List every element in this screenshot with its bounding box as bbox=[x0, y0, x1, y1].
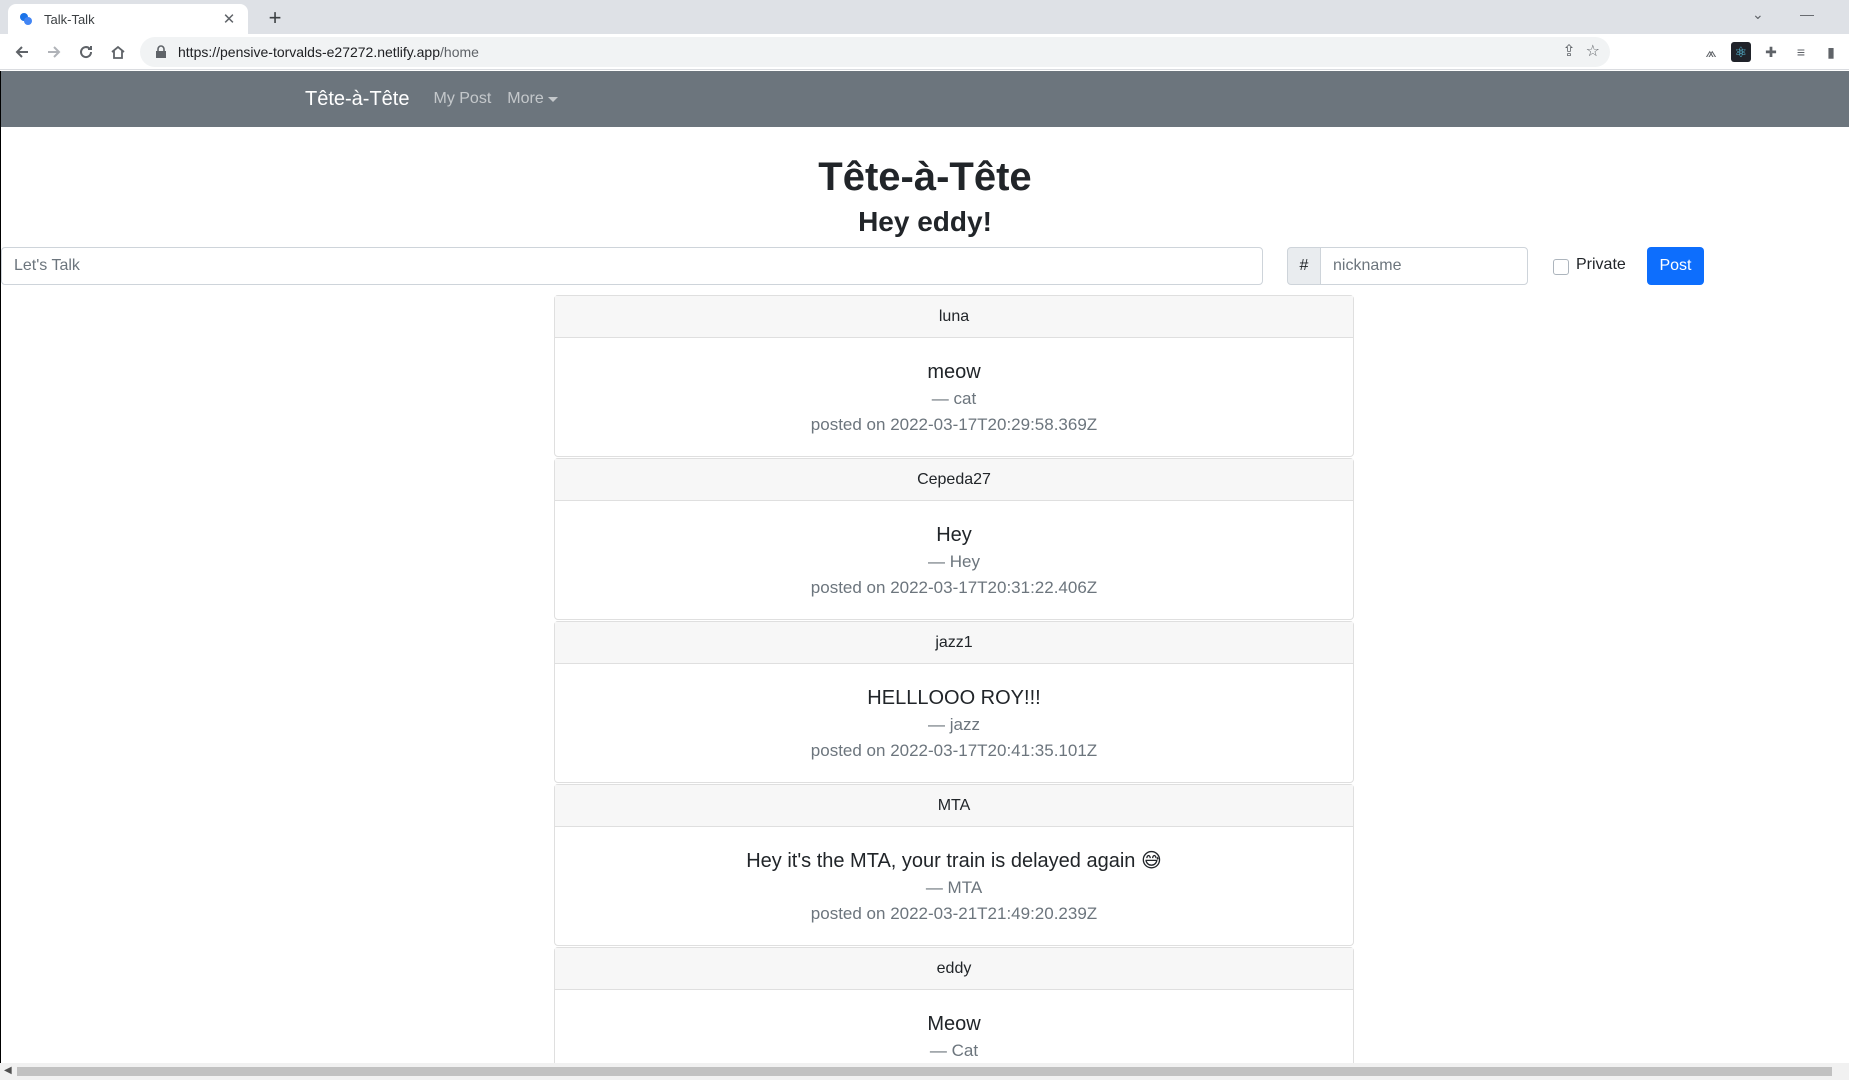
forward-icon[interactable] bbox=[38, 36, 70, 68]
post-message: meow bbox=[927, 361, 981, 383]
navbar-brand[interactable]: Tête-à-Tête bbox=[305, 88, 409, 111]
browser-tab[interactable]: Talk-Talk ✕ bbox=[8, 4, 248, 34]
post-card: eddy Meow — Cat bbox=[554, 947, 1354, 1063]
favicon-icon bbox=[20, 13, 32, 25]
post-username: luna bbox=[555, 296, 1353, 338]
post-message: HELLLOOO ROY!!! bbox=[867, 687, 1041, 709]
post-card: luna meow — cat posted on 2022-03-17T20:… bbox=[554, 295, 1354, 457]
scrollbar-thumb[interactable] bbox=[17, 1067, 1832, 1076]
url-text: https://pensive-torvalds-e27272.netlify.… bbox=[178, 44, 479, 60]
react-devtools-icon[interactable]: ⚛ bbox=[1731, 42, 1751, 62]
puzzle-extensions-icon[interactable]: ✚ bbox=[1761, 42, 1781, 62]
post-username: Cepeda27 bbox=[555, 459, 1353, 501]
share-icon[interactable]: ⇪ bbox=[1562, 41, 1575, 61]
post-card: Cepeda27 Hey — Hey posted on 2022-03-17T… bbox=[554, 458, 1354, 620]
post-button[interactable]: Post bbox=[1647, 247, 1704, 285]
post-message: Hey it's the MTA, your train is delayed … bbox=[746, 850, 1162, 872]
minimize-icon[interactable]: — bbox=[1800, 6, 1814, 22]
tab-close-icon[interactable]: ✕ bbox=[220, 10, 238, 28]
browser-toolbar: https://pensive-torvalds-e27272.netlify.… bbox=[0, 34, 1849, 70]
post-nickname: — jazz bbox=[928, 715, 980, 734]
message-input[interactable] bbox=[1, 247, 1263, 285]
private-label: Private bbox=[1576, 256, 1626, 273]
post-card: jazz1 HELLLOOO ROY!!! — jazz posted on 2… bbox=[554, 621, 1354, 783]
post-username: MTA bbox=[555, 785, 1353, 827]
reload-icon[interactable] bbox=[70, 36, 102, 68]
post-date: posted on 2022-03-17T20:29:58.369Z bbox=[810, 415, 1098, 434]
post-nickname: — MTA bbox=[925, 878, 983, 897]
post-nickname: — Hey bbox=[928, 552, 980, 571]
post-nickname: — cat bbox=[931, 389, 977, 408]
page-title: Tête-à-Tête bbox=[818, 155, 1032, 199]
post-message: Meow bbox=[927, 1013, 981, 1035]
post-form: # Private Post bbox=[1, 247, 1849, 287]
address-bar[interactable]: https://pensive-torvalds-e27272.netlify.… bbox=[140, 37, 1610, 67]
tab-search-icon[interactable]: ⌄ bbox=[1752, 6, 1764, 23]
reading-list-icon[interactable]: ≡ bbox=[1791, 42, 1811, 62]
lock-icon bbox=[156, 45, 166, 58]
extension-icon[interactable]: ⩕ bbox=[1701, 42, 1721, 62]
app-viewport: Tête-à-Tête My Post More Tête-à-Tête Hey… bbox=[0, 71, 1849, 1063]
hash-prefix: # bbox=[1287, 247, 1321, 285]
chevron-down-icon bbox=[547, 96, 558, 102]
post-date: posted on 2022-03-21T21:49:20.239Z bbox=[810, 904, 1098, 923]
post-nickname: — Cat bbox=[929, 1041, 979, 1060]
post-feed: luna meow — cat posted on 2022-03-17T20:… bbox=[554, 295, 1354, 1063]
nav-more-dropdown[interactable]: More bbox=[507, 90, 558, 108]
post-message: Hey bbox=[936, 524, 972, 546]
new-tab-button[interactable]: + bbox=[262, 6, 288, 32]
bookmark-star-icon[interactable]: ☆ bbox=[1586, 41, 1600, 61]
private-checkbox[interactable] bbox=[1553, 259, 1569, 275]
side-panel-icon[interactable]: ▮ bbox=[1821, 42, 1841, 62]
post-date: posted on 2022-03-17T20:31:22.406Z bbox=[810, 578, 1098, 597]
navbar: Tête-à-Tête My Post More bbox=[1, 71, 1849, 127]
home-icon[interactable] bbox=[102, 36, 134, 68]
post-date: posted on 2022-03-17T20:41:35.101Z bbox=[810, 741, 1098, 760]
browser-tab-bar: Talk-Talk ✕ + ⌄ — bbox=[0, 0, 1849, 34]
greeting: Hey eddy! bbox=[858, 206, 992, 237]
tab-title: Talk-Talk bbox=[44, 11, 95, 27]
scroll-left-icon[interactable]: ◀ bbox=[4, 1065, 12, 1076]
back-icon[interactable] bbox=[6, 36, 38, 68]
nickname-input[interactable] bbox=[1320, 247, 1528, 285]
nav-my-post[interactable]: My Post bbox=[433, 90, 491, 108]
post-username: jazz1 bbox=[555, 622, 1353, 664]
horizontal-scrollbar[interactable]: ◀ bbox=[0, 1063, 1849, 1080]
post-username: eddy bbox=[555, 948, 1353, 990]
post-card: MTA Hey it's the MTA, your train is dela… bbox=[554, 784, 1354, 946]
